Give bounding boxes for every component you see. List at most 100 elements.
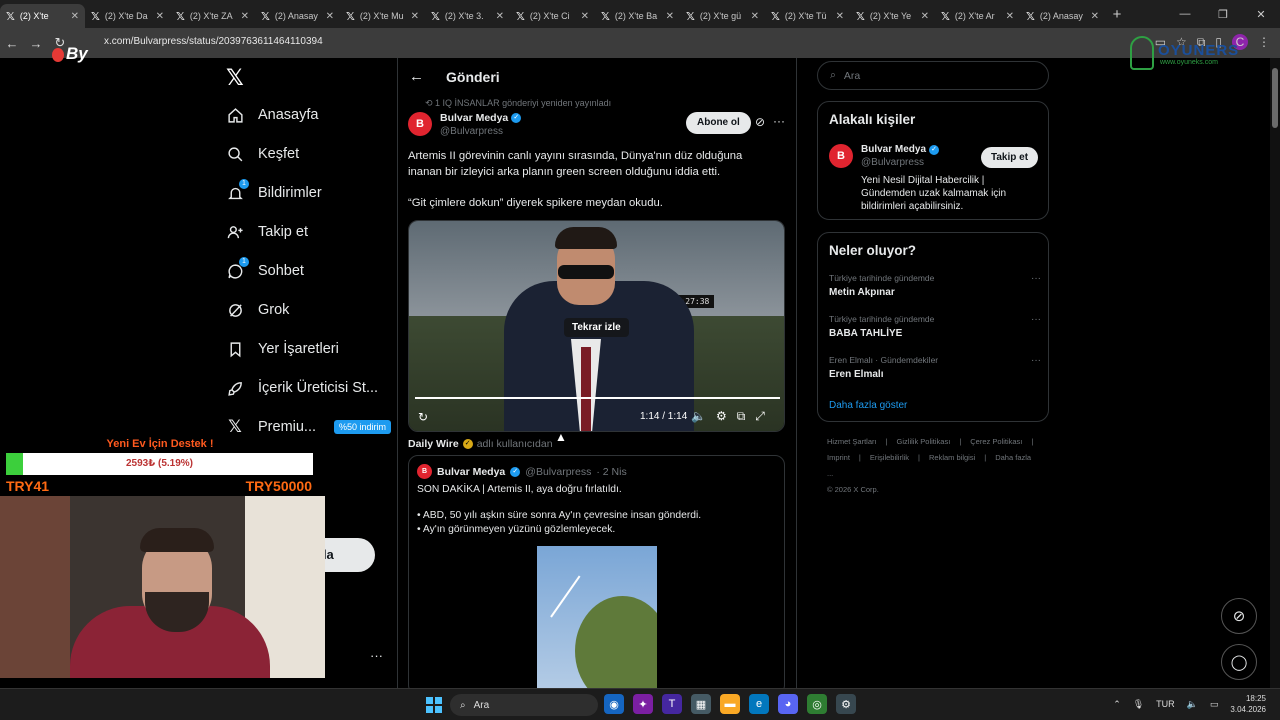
donation-min: TRY41 xyxy=(6,478,50,494)
close-icon[interactable]: ✕ xyxy=(666,11,674,22)
url-field[interactable]: x.com/Bulvarpress/status/203976361146411… xyxy=(104,36,323,47)
chevron-up-icon[interactable]: ⌃ xyxy=(1113,699,1121,710)
avatar[interactable]: B xyxy=(829,144,853,168)
x-logo-icon: 𝕏 xyxy=(176,10,185,23)
subscribe-button[interactable]: Abone ol xyxy=(686,112,751,134)
close-icon[interactable]: ✕ xyxy=(496,11,504,22)
fullscreen-icon[interactable]: ⤢ xyxy=(755,409,765,424)
related-person[interactable]: B Bulvar Medya ✓ @Bulvarpress xyxy=(829,144,940,168)
close-icon[interactable]: ✕ xyxy=(751,11,759,22)
quoted-tweet-image[interactable] xyxy=(537,546,657,688)
battery-icon[interactable]: ▭ xyxy=(1210,699,1219,710)
trend-item[interactable]: Eren Elmalı · Gündemdekiler Eren Elmalı … xyxy=(829,355,1041,380)
nav-item-bookmarks[interactable]: Yer İşaretleri xyxy=(226,340,339,358)
browser-tab[interactable]: 𝕏 (2) X'te ZA ✕ xyxy=(170,4,255,28)
edge-icon[interactable]: e xyxy=(749,694,769,714)
nav-item-grok[interactable]: Grok xyxy=(226,301,289,319)
taskbar-search[interactable]: ⌕ Ara xyxy=(450,694,598,716)
quoted-tweet[interactable]: B Bulvar Medya ✓ @Bulvarpress · 2 Nis SO… xyxy=(408,455,785,688)
close-icon[interactable]: ✕ xyxy=(411,11,419,22)
settings-icon[interactable]: ⚙ xyxy=(716,409,727,424)
browser-tab[interactable]: 𝕏 (2) X'te Tü ✕ xyxy=(765,4,850,28)
browser-tab[interactable]: 𝕏 (2) Anasay ✕ xyxy=(1020,4,1105,28)
copilot-icon[interactable]: ✦ xyxy=(633,694,653,714)
teams-icon[interactable]: T xyxy=(662,694,682,714)
account-more-icon[interactable]: ··· xyxy=(370,648,383,663)
replay-icon[interactable]: ↻ xyxy=(418,410,428,424)
browser-tab[interactable]: 𝕏 (2) X'te gü ✕ xyxy=(680,4,765,28)
search-input[interactable]: ⌕ Ara xyxy=(817,61,1049,90)
nav-item-explore[interactable]: Keşfet xyxy=(226,145,299,163)
scrollbar-thumb[interactable] xyxy=(1272,68,1278,128)
close-icon[interactable]: ✕ xyxy=(836,11,844,22)
menu-dots-icon[interactable]: ⋮ xyxy=(1258,35,1270,49)
maximize-icon[interactable]: ❐ xyxy=(1204,8,1242,21)
browser-tab[interactable]: 𝕏 (2) X'te Da ✕ xyxy=(85,4,170,28)
replay-button[interactable]: Tekrar izle xyxy=(564,318,629,337)
scrollbar-track[interactable] xyxy=(1270,58,1280,688)
browser-tab[interactable]: 𝕏 (2) Anasay ✕ xyxy=(255,4,340,28)
grok-float-button[interactable]: ⊘ xyxy=(1221,598,1257,634)
browser-tab[interactable]: 𝕏 (2) X'te 3. ✕ xyxy=(425,4,510,28)
author-name[interactable]: Bulvar Medya ✓ xyxy=(440,112,522,124)
nav-item-follow[interactable]: Takip et xyxy=(226,223,308,241)
x-logo-icon[interactable]: 𝕏 xyxy=(226,65,244,91)
folder-icon[interactable]: ▬ xyxy=(720,694,740,714)
discord-icon[interactable]: ◕ xyxy=(778,694,798,714)
store-icon[interactable]: ▦ xyxy=(691,694,711,714)
follow-button[interactable]: Takip et xyxy=(981,147,1039,168)
clock[interactable]: 18:25 3.04.2026 xyxy=(1230,693,1266,715)
nav-item-creator-studio[interactable]: İçerik Üreticisi St... xyxy=(226,379,378,397)
close-icon[interactable]: ✕ xyxy=(71,11,79,22)
close-icon[interactable]: ✕ xyxy=(1091,11,1099,22)
close-icon[interactable]: ✕ xyxy=(241,11,249,22)
trend-item[interactable]: Türkiye tarihinde gündemde Metin Akpınar… xyxy=(829,273,1041,298)
avatar[interactable]: B xyxy=(408,112,432,136)
windows-start-icon[interactable] xyxy=(426,697,442,713)
minimize-icon[interactable]: — xyxy=(1166,8,1204,20)
app-icon[interactable]: ⚙ xyxy=(836,694,856,714)
more-icon[interactable]: ··· xyxy=(1031,273,1041,284)
close-icon[interactable]: ✕ xyxy=(156,11,164,22)
browser-tab[interactable]: 𝕏 (2) X'te Mu ✕ xyxy=(340,4,425,28)
verified-icon: ✓ xyxy=(510,466,521,477)
close-window-icon[interactable]: ✕ xyxy=(1242,8,1280,21)
close-icon[interactable]: ✕ xyxy=(1006,11,1014,22)
forward-icon[interactable]: → xyxy=(24,36,48,51)
panel-title: Alakalı kişiler xyxy=(829,112,916,127)
more-icon[interactable]: ··· xyxy=(1031,355,1041,366)
author-handle[interactable]: @Bulvarpress xyxy=(440,126,521,137)
video-progress-bar[interactable] xyxy=(415,397,780,399)
app-icon[interactable]: ◉ xyxy=(604,694,624,714)
speaker-icon[interactable]: 🔈 xyxy=(1187,699,1198,710)
x-logo-icon: 𝕏 xyxy=(261,10,270,23)
chrome-icon[interactable]: ◎ xyxy=(807,694,827,714)
browser-tab[interactable]: 𝕏 (2) X'te ✕ xyxy=(0,4,85,28)
messages-float-button[interactable]: ◯ xyxy=(1221,644,1257,680)
volume-icon[interactable]: 🔈 xyxy=(691,409,706,424)
nav-item-notifications[interactable]: 1 Bildirimler xyxy=(226,179,322,202)
pip-icon[interactable]: ⧉ xyxy=(737,409,746,424)
close-icon[interactable]: ✕ xyxy=(326,11,334,22)
close-icon[interactable]: ✕ xyxy=(921,11,929,22)
browser-tab[interactable]: 𝕏 (2) X'te Ci ✕ xyxy=(510,4,595,28)
nav-item-chat[interactable]: 1 Sohbet xyxy=(226,257,304,280)
back-icon[interactable]: ← xyxy=(0,36,24,51)
more-icon[interactable]: ··· xyxy=(1031,314,1041,325)
microphone-icon[interactable]: 🎙 xyxy=(1133,699,1144,710)
close-icon[interactable]: ✕ xyxy=(581,11,589,22)
trend-item[interactable]: Türkiye tarihinde gündemde BABA TAHLİYE … xyxy=(829,314,1041,339)
grok-icon[interactable]: ⊘ xyxy=(755,115,765,129)
nav-item-premium[interactable]: 𝕏 Premiu... %50 indirim xyxy=(226,417,392,436)
browser-tab[interactable]: 𝕏 (2) X'te Ba ✕ xyxy=(595,4,680,28)
video-player[interactable]: -00:27:38 Tekrar izle ↻ 1:14 / 1:14 🔈 ⚙ … xyxy=(408,220,785,432)
show-more-link[interactable]: Daha fazla göster xyxy=(829,400,907,411)
back-arrow-icon[interactable]: ← xyxy=(409,68,424,85)
new-tab-button[interactable]: + xyxy=(1105,6,1129,23)
browser-tab[interactable]: 𝕏 (2) X'te Ye ✕ xyxy=(850,4,935,28)
more-icon[interactable]: ··· xyxy=(773,114,785,128)
nav-item-home[interactable]: Anasayfa xyxy=(226,106,318,124)
browser-tab[interactable]: 𝕏 (2) X'te Ar ✕ xyxy=(935,4,1020,28)
related-name[interactable]: Bulvar Medya ✓ xyxy=(861,144,940,155)
language-indicator[interactable]: TUR xyxy=(1156,699,1175,709)
